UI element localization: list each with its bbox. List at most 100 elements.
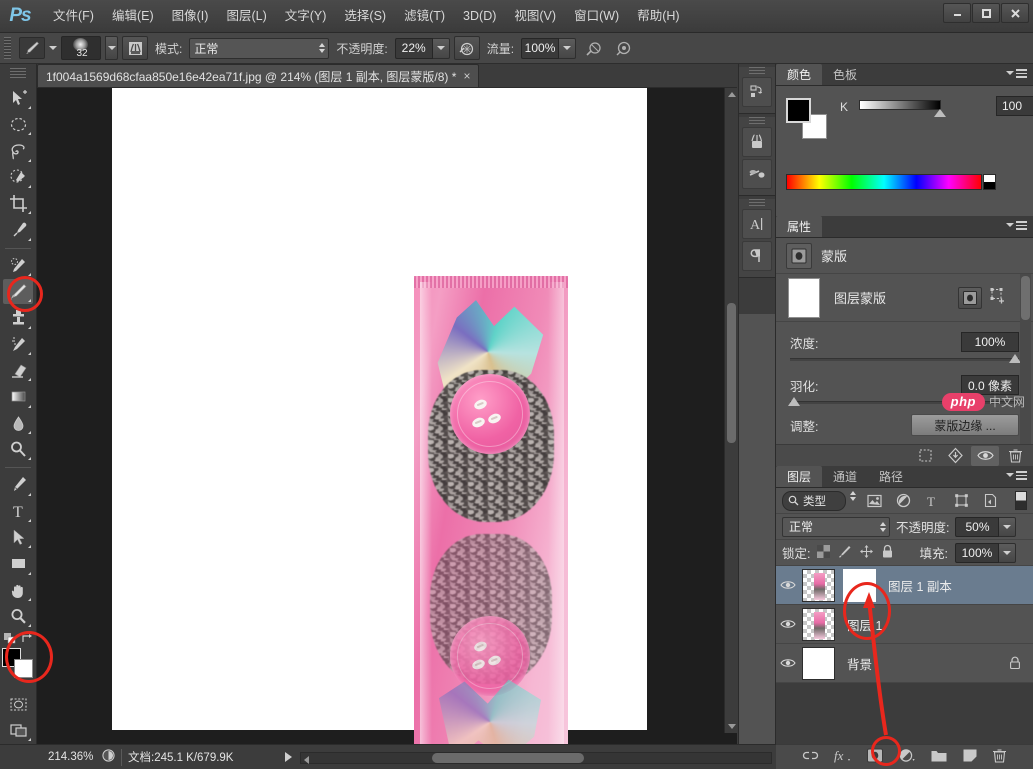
minimize-button[interactable] xyxy=(943,3,971,23)
filter-type-select[interactable]: 类型 xyxy=(782,490,846,511)
horizontal-type-tool[interactable]: T xyxy=(3,499,33,524)
brush-presets-panel-icon[interactable] xyxy=(742,127,772,157)
layer-mask-thumbnail[interactable] xyxy=(843,568,876,602)
tab-properties[interactable]: 属性 xyxy=(776,216,823,237)
layer-thumbnail[interactable] xyxy=(802,607,835,641)
delete-layer-icon[interactable] xyxy=(992,748,1007,767)
dock-grip-2[interactable] xyxy=(749,117,765,125)
opacity-control[interactable]: 22% xyxy=(394,37,450,59)
zoom-tool[interactable] xyxy=(3,604,33,629)
zoom-level[interactable]: 214.36% xyxy=(44,751,102,763)
maximize-button[interactable] xyxy=(972,3,1000,23)
screen-mode-button[interactable] xyxy=(3,718,33,743)
canvas-area[interactable] xyxy=(37,88,737,769)
spot-healing-brush-tool[interactable] xyxy=(3,253,33,278)
canvas-horizontal-scroll-thumb[interactable] xyxy=(432,753,584,763)
lock-image-pixels-icon[interactable] xyxy=(837,544,852,562)
new-group-icon[interactable] xyxy=(930,749,948,766)
opacity-value[interactable]: 22% xyxy=(394,37,433,59)
eraser-tool[interactable] xyxy=(3,358,33,383)
lock-transparent-pixels-icon[interactable] xyxy=(817,544,831,561)
tab-layers[interactable]: 图层 xyxy=(776,466,823,487)
hand-tool[interactable] xyxy=(3,578,33,603)
brush-preset-chevron-icon[interactable] xyxy=(49,46,57,50)
menu-file[interactable]: 文件(F) xyxy=(44,4,103,28)
layer-thumbnail[interactable] xyxy=(802,568,835,602)
status-expand-icon[interactable] xyxy=(285,752,292,762)
document-canvas[interactable] xyxy=(112,88,647,769)
gradient-tool[interactable] xyxy=(3,384,33,409)
color-swatches-tool[interactable] xyxy=(2,648,34,679)
filter-type-layers-icon[interactable]: T xyxy=(921,491,943,511)
clone-stamp-tool[interactable] xyxy=(3,305,33,330)
flow-value[interactable]: 100% xyxy=(521,37,560,59)
blur-tool[interactable] xyxy=(3,411,33,436)
menu-type[interactable]: 文字(Y) xyxy=(276,4,336,28)
menu-window[interactable]: 窗口(W) xyxy=(565,4,628,28)
menu-image[interactable]: 图像(I) xyxy=(163,4,218,28)
feather-slider-knob[interactable] xyxy=(788,397,800,406)
new-layer-icon[interactable] xyxy=(962,748,978,766)
flow-chevron-icon[interactable] xyxy=(559,37,577,59)
tab-paths[interactable]: 路径 xyxy=(868,466,915,487)
layer-name[interactable]: 图层 1 xyxy=(847,615,882,634)
layer-thumbnail[interactable] xyxy=(802,646,835,680)
menu-view[interactable]: 视图(V) xyxy=(505,4,565,28)
menu-filter[interactable]: 滤镜(T) xyxy=(395,4,454,28)
pressure-opacity-toggle-button[interactable] xyxy=(453,36,480,60)
canvas-vertical-scrollbar[interactable] xyxy=(724,88,737,733)
layer-visibility-toggle[interactable] xyxy=(776,579,800,591)
tab-swatches[interactable]: 色板 xyxy=(822,64,869,85)
add-layer-mask-icon[interactable] xyxy=(866,748,884,766)
dock-grip-1[interactable] xyxy=(749,67,765,75)
dock-grip-3[interactable] xyxy=(749,199,765,207)
close-button[interactable] xyxy=(1001,3,1029,23)
menu-select[interactable]: 选择(S) xyxy=(335,4,395,28)
move-tool[interactable] xyxy=(3,86,33,111)
lasso-tool[interactable] xyxy=(3,138,33,163)
filter-pixel-layers-icon[interactable] xyxy=(863,491,885,511)
crop-tool[interactable] xyxy=(3,191,33,216)
k-channel-slider[interactable] xyxy=(859,100,941,110)
filter-spinner-icon[interactable] xyxy=(850,490,856,501)
close-icon[interactable]: × xyxy=(463,69,470,83)
opacity-chevron-icon[interactable] xyxy=(432,37,450,59)
history-panel-icon[interactable] xyxy=(742,77,772,107)
brush-panel-chevron-icon[interactable] xyxy=(105,36,118,60)
link-layers-icon[interactable] xyxy=(802,749,819,765)
brush-size-preview[interactable]: 32 xyxy=(61,36,101,60)
load-selection-from-mask-icon[interactable] xyxy=(911,446,939,466)
rectangle-tool[interactable] xyxy=(3,551,33,576)
path-selection-tool[interactable] xyxy=(3,525,33,550)
brush-panel-icon[interactable] xyxy=(742,159,772,189)
canvas-horizontal-scrollbar[interactable] xyxy=(300,752,772,764)
options-bar-grip[interactable] xyxy=(4,37,11,59)
layer-visibility-toggle[interactable] xyxy=(776,657,800,669)
dodge-tool[interactable] xyxy=(3,437,33,462)
history-brush-tool[interactable] xyxy=(3,332,33,357)
tab-color[interactable]: 颜色 xyxy=(776,64,823,85)
elliptical-marquee-tool[interactable] xyxy=(3,112,33,137)
brush-tool-preset-icon[interactable] xyxy=(19,37,45,59)
canvas-vertical-scroll-thumb[interactable] xyxy=(727,303,736,443)
new-adjustment-layer-icon[interactable] xyxy=(898,748,916,766)
color-panel-swatches[interactable] xyxy=(786,98,827,139)
tab-channels[interactable]: 通道 xyxy=(822,466,869,487)
scroll-left-icon[interactable] xyxy=(304,756,309,764)
background-color-swatch[interactable] xyxy=(14,659,33,679)
flow-control[interactable]: 100% xyxy=(521,37,577,59)
airbrush-button[interactable] xyxy=(580,36,606,60)
pen-tool[interactable] xyxy=(3,472,33,497)
document-tab[interactable]: 1f004a1569d68cfaa850e16e42ea71f.jpg @ 21… xyxy=(37,64,480,87)
tools-panel-grip[interactable] xyxy=(10,68,26,80)
quick-mask-mode-button[interactable] xyxy=(3,691,33,716)
layer-blend-mode-select[interactable]: 正常 xyxy=(782,516,890,537)
quick-selection-tool[interactable] xyxy=(3,165,33,190)
layer-name[interactable]: 背景 xyxy=(847,654,872,673)
brush-tool[interactable] xyxy=(3,278,33,305)
menu-layer[interactable]: 图层(L) xyxy=(217,4,275,28)
scroll-down-icon[interactable] xyxy=(728,724,736,729)
filter-adjustment-layers-icon[interactable] xyxy=(892,491,914,511)
blend-mode-select[interactable]: 正常 xyxy=(189,37,330,59)
mask-thumbnail[interactable] xyxy=(788,277,820,318)
